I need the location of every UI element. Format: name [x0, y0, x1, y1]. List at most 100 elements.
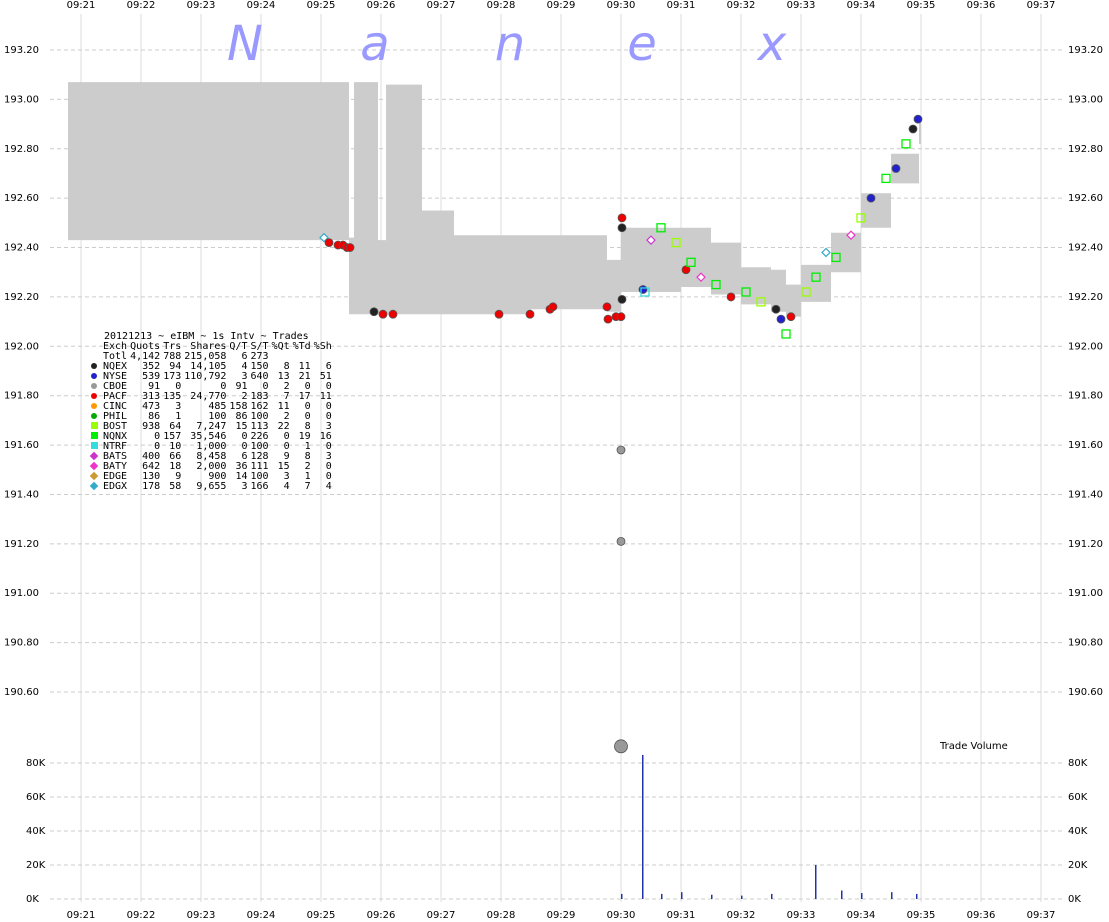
- trade-marker-nyse: [638, 285, 648, 294]
- legend-cell: 173: [163, 371, 182, 382]
- legend-cell: 7: [304, 481, 311, 492]
- x-tick-label-bottom: 09:23: [187, 910, 216, 921]
- legend-marker: [88, 392, 100, 402]
- trade-marker-nqex: [617, 223, 627, 233]
- x-tick-label-bottom: 09:37: [1027, 910, 1056, 921]
- trade-marker-pacf: [388, 309, 398, 319]
- x-tick-label-bottom: 09:28: [487, 910, 516, 921]
- legend-swatch-icon: [89, 461, 99, 471]
- legend-swatch-icon: [91, 413, 97, 419]
- trade-marker-pacf: [548, 302, 558, 312]
- x-tick-label-bottom: 09:27: [427, 910, 456, 921]
- legend-cell: 4: [241, 361, 248, 372]
- watermark-letter: a: [360, 16, 389, 72]
- price-tick-label-right: 192.60: [1068, 193, 1103, 204]
- trade-marker-pacf: [525, 309, 535, 319]
- price-tick-label-right: 192.40: [1068, 243, 1103, 254]
- legend-cell: 3: [175, 401, 182, 412]
- x-tick-label-top: 09:35: [907, 0, 936, 11]
- legend-swatch-icon: [91, 383, 97, 389]
- trade-marker-nyse: [913, 114, 923, 124]
- price-tick-label-left: 191.80: [4, 391, 39, 402]
- x-tick-label-bottom: 09:32: [727, 910, 756, 921]
- x-tick-label-bottom: 09:33: [787, 910, 816, 921]
- legend-cell: 4: [325, 481, 332, 492]
- legend-swatch-icon: [90, 432, 98, 439]
- x-tick-label-top: 09:26: [367, 0, 396, 11]
- x-tick-label-top: 09:29: [547, 0, 576, 11]
- trade-marker-pacf: [786, 312, 796, 322]
- volume-bar: [621, 893, 623, 899]
- x-tick-label-top: 09:28: [487, 0, 516, 11]
- price-tick-label-right: 191.40: [1068, 489, 1103, 500]
- price-tick-label-left: 191.20: [4, 539, 39, 550]
- legend-cell: 4: [283, 481, 290, 492]
- legend-swatch-icon: [89, 451, 99, 461]
- volume-tick-label-left: 80K: [26, 758, 46, 769]
- trade-marker-nyse: [776, 314, 786, 324]
- price-tick-label-right: 191.20: [1068, 539, 1103, 550]
- price-tick-label-left: 191.00: [4, 588, 39, 599]
- price-tick-label-right: 190.80: [1068, 638, 1103, 649]
- trade-marker-pacf: [602, 302, 612, 312]
- price-tick-label-right: 191.00: [1068, 588, 1103, 599]
- price-tick-label-left: 191.40: [4, 489, 39, 500]
- legend-cell: 15: [235, 421, 248, 432]
- trade-marker-pacf: [378, 309, 388, 319]
- volume-bar: [681, 892, 683, 899]
- price-tick-label-left: 192.00: [4, 341, 39, 352]
- legend-swatch-icon: [90, 442, 98, 449]
- x-tick-label-top: 09:33: [787, 0, 816, 11]
- legend-marker: [88, 461, 100, 472]
- legend-marker: [88, 422, 100, 432]
- volume-tick-label-left: 20K: [26, 860, 46, 871]
- legend-swatch-icon: [89, 471, 99, 481]
- price-tick-label-right: 191.60: [1068, 440, 1103, 451]
- price-tick-label-right: 191.80: [1068, 391, 1103, 402]
- volume-tick-label-right: 40K: [1068, 826, 1088, 837]
- price-tick-label-left: 192.40: [4, 243, 39, 254]
- legend-marker: [88, 442, 100, 452]
- volume-bar: [711, 894, 713, 899]
- volume-bar: [861, 893, 863, 899]
- trade-marker-nqex: [771, 304, 781, 314]
- x-tick-label-top: 09:22: [127, 0, 156, 11]
- legend-swatch-icon: [91, 363, 97, 369]
- trade-marker-nqex: [369, 307, 379, 317]
- volume-bar: [841, 890, 843, 899]
- x-tick-label-bottom: 09:29: [547, 910, 576, 921]
- volume-tick-label-right: 80K: [1068, 758, 1088, 769]
- legend-cell: 14: [235, 471, 248, 482]
- legend-marker: [88, 432, 100, 442]
- price-tick-label-right: 192.80: [1068, 144, 1103, 155]
- price-tick-label-right: 192.20: [1068, 292, 1103, 303]
- volume-bar: [661, 893, 663, 899]
- x-tick-label-bottom: 09:24: [247, 910, 276, 921]
- legend-cell: EDGX: [103, 481, 128, 492]
- legend-marker: [88, 402, 100, 412]
- volume-bar: [642, 755, 644, 899]
- legend-swatch-icon: [91, 373, 97, 379]
- legend-cell: 58: [169, 481, 182, 492]
- x-tick-label-bottom: 09:35: [907, 910, 936, 921]
- legend-cell: %Qt: [271, 341, 290, 352]
- legend-cell: %Sh: [313, 341, 332, 352]
- x-tick-label-bottom: 09:26: [367, 910, 396, 921]
- x-tick-label-top: 09:34: [847, 0, 876, 11]
- volume-bar: [771, 893, 773, 899]
- trade-marker-pacf: [726, 292, 736, 302]
- x-tick-label-top: 09:21: [67, 0, 96, 11]
- trade-marker-pacf: [617, 213, 627, 223]
- trade-marker-cboe: [616, 536, 626, 546]
- volume-bar: [916, 893, 918, 899]
- legend-cell: 3: [241, 481, 248, 492]
- x-tick-label-top: 09:30: [607, 0, 636, 11]
- legend-swatch-icon: [89, 481, 99, 491]
- trade-marker-nyse: [891, 164, 901, 173]
- x-tick-label-bottom: 09:21: [67, 910, 96, 921]
- price-tick-label-left: 192.20: [4, 292, 39, 303]
- price-tick-label-right: 190.60: [1068, 687, 1103, 698]
- price-tick-label-left: 193.20: [4, 45, 39, 56]
- legend-cell: 0: [241, 431, 248, 442]
- legend-cell: 0: [241, 441, 248, 452]
